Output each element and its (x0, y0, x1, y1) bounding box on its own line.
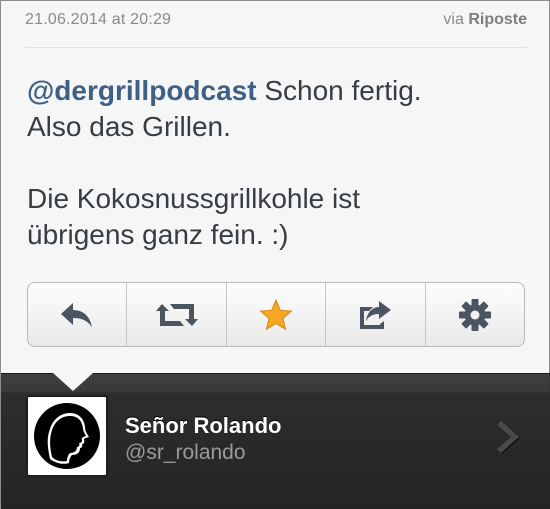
gear-icon (458, 298, 491, 331)
tweet-line-3: Die Kokosnussgrillkohle ist (27, 183, 361, 214)
reply-icon (61, 302, 93, 327)
tweet-line-1-text: Schon fertig. (256, 75, 422, 106)
retweet-button[interactable] (127, 283, 227, 346)
chevron-right-icon[interactable] (495, 417, 529, 457)
profile-pointer (53, 373, 93, 391)
tweet-text: @dergrillpodcast Schon fertig. Also das … (27, 73, 527, 253)
avatar[interactable] (26, 395, 108, 477)
share-button[interactable] (326, 283, 426, 346)
tweet-detail-view: 21.06.2014 at 20:29 via Riposte @dergril… (0, 0, 550, 509)
tweet-line-2: Also das Grillen. (27, 111, 231, 142)
tweet-meta: 21.06.2014 at 20:29 via Riposte (25, 11, 527, 35)
tweet-line-4: übrigens ganz fein. :) (27, 219, 289, 250)
reply-button[interactable] (28, 283, 128, 346)
tweet-timestamp: 21.06.2014 at 20:29 (25, 11, 172, 28)
tweet-source: via Riposte (443, 11, 527, 29)
retweet-icon (155, 303, 198, 326)
tweet-line-1: @dergrillpodcast Schon fertig. (27, 73, 527, 109)
author-name[interactable]: Señor Rolando (125, 413, 281, 439)
favorite-button[interactable] (227, 283, 327, 346)
author-handle[interactable]: @sr_rolando (125, 441, 246, 465)
settings-button[interactable] (426, 283, 524, 346)
avatar-silhouette-icon (34, 403, 100, 469)
header-divider (25, 47, 527, 48)
via-prefix: via (443, 11, 464, 28)
star-icon (259, 298, 293, 330)
share-icon (360, 300, 392, 329)
tweet-action-bar (27, 282, 525, 347)
mention-link[interactable]: @dergrillpodcast (27, 75, 257, 106)
source-app-link[interactable]: Riposte (468, 11, 527, 28)
